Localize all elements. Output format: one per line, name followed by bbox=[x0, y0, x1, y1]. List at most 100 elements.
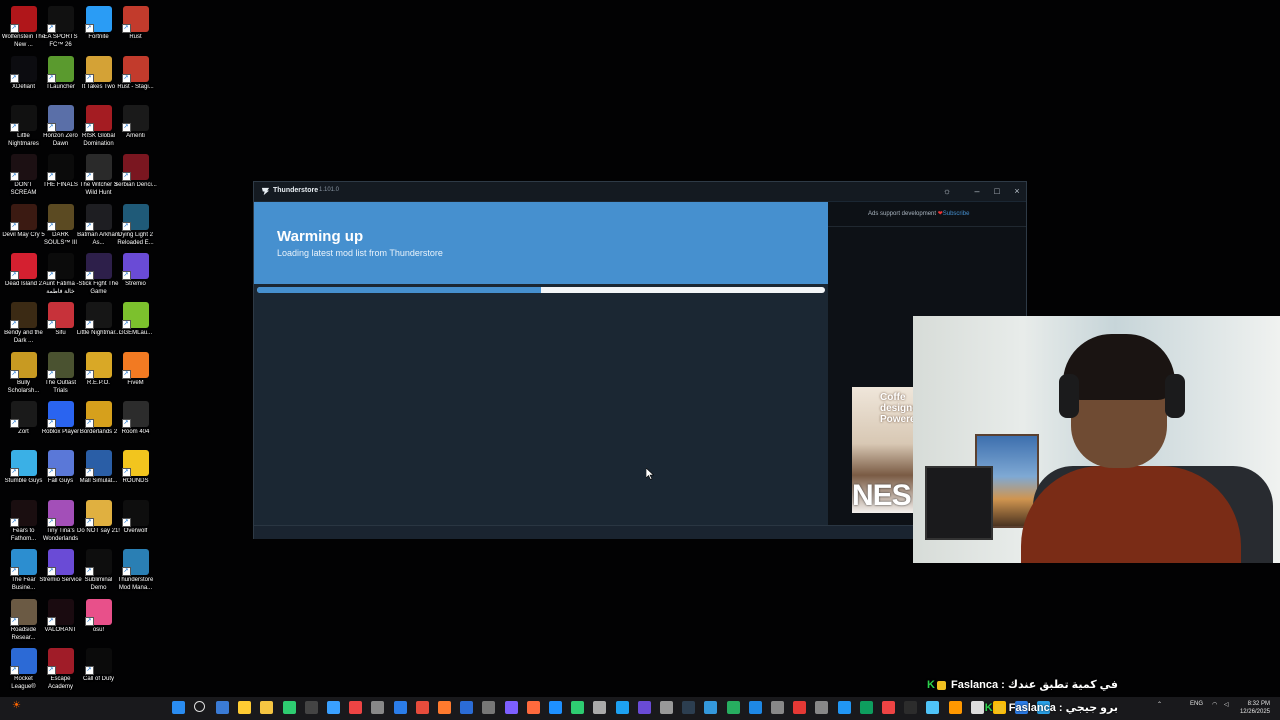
desktop-shortcut[interactable]: ↗ DARK SOULS™ III bbox=[42, 202, 79, 250]
desktop-shortcut[interactable]: ↗ Call of Duty bbox=[80, 646, 117, 694]
desktop-shortcut[interactable]: ↗ Escape Academy bbox=[42, 646, 79, 694]
desktop-shortcut[interactable]: ↗ Roadside Resear... bbox=[5, 597, 42, 645]
desktop-shortcut[interactable]: ↗ FiveM bbox=[117, 350, 154, 398]
desktop-shortcut[interactable]: ↗ XDefiant bbox=[5, 54, 42, 102]
desktop-shortcut[interactable]: ↗ EA SPORTS FC™ 26 bbox=[42, 4, 79, 52]
desktop-shortcut[interactable]: ↗ Horizon Zero Dawn bbox=[42, 103, 79, 151]
desktop-shortcut[interactable]: ↗ Fortnite bbox=[80, 4, 117, 52]
taskbar-app-icon[interactable] bbox=[415, 701, 429, 714]
desktop-shortcut[interactable]: ↗ TLauncher bbox=[42, 54, 79, 102]
taskbar-app-icon[interactable] bbox=[704, 701, 718, 714]
taskbar-app-icon[interactable] bbox=[904, 701, 918, 714]
desktop-shortcut[interactable]: ↗ Dead Island 2 bbox=[5, 251, 42, 299]
taskbar-app-icon[interactable] bbox=[637, 701, 651, 714]
taskbar-app-icon[interactable] bbox=[504, 701, 518, 714]
taskbar-app-icon[interactable] bbox=[304, 701, 318, 714]
taskbar-app-icon[interactable] bbox=[660, 701, 673, 714]
taskbar-app-icon[interactable] bbox=[948, 701, 962, 714]
desktop-shortcut[interactable]: ↗ The Fear Busine... bbox=[5, 547, 42, 595]
taskbar-app-icon[interactable] bbox=[349, 701, 363, 714]
desktop-shortcut[interactable]: ↗ Stumble Guys bbox=[5, 448, 42, 496]
taskbar-app-icon[interactable] bbox=[371, 701, 385, 714]
taskbar-app-icon[interactable] bbox=[438, 701, 451, 714]
desktop-shortcut[interactable]: ↗ Little Nightmares bbox=[5, 103, 42, 151]
taskbar-app-icon[interactable] bbox=[926, 701, 940, 714]
desktop-shortcut[interactable]: ↗ Overwolf bbox=[117, 498, 154, 546]
desktop-shortcut[interactable]: ↗ GGEMLau... bbox=[117, 300, 154, 348]
system-clock[interactable]: 8:32 PM 12/26/2025 bbox=[1240, 700, 1270, 716]
taskbar-app-icon[interactable] bbox=[526, 701, 540, 714]
start-icon[interactable] bbox=[172, 701, 185, 714]
desktop-shortcut[interactable]: ↗ R.E.P.O. bbox=[80, 350, 117, 398]
minimize-button[interactable]: – bbox=[970, 185, 984, 197]
desktop-shortcut[interactable]: ↗ Tiny Tina's Wonderlands bbox=[42, 498, 79, 546]
taskbar-app-icon[interactable] bbox=[837, 701, 851, 714]
desktop-shortcut[interactable]: ↗ Sifu bbox=[42, 300, 79, 348]
desktop-shortcut[interactable]: ↗ Stremio bbox=[117, 251, 154, 299]
subscribe-link[interactable]: Subscribe bbox=[943, 211, 970, 217]
close-button[interactable]: × bbox=[1010, 185, 1024, 197]
desktop-shortcut[interactable]: ↗ Mall Simulat... bbox=[80, 448, 117, 496]
desktop-shortcut[interactable]: ↗ Borderlands 2 bbox=[80, 399, 117, 447]
taskbar-app-icon[interactable] bbox=[859, 701, 873, 714]
settings-icon[interactable]: ☼ bbox=[940, 185, 954, 197]
taskbar-app-icon[interactable] bbox=[260, 701, 274, 714]
volume-icon[interactable]: ◁ bbox=[1224, 701, 1229, 708]
desktop-shortcut[interactable]: ↗ Thunderstore Mod Mana... bbox=[117, 547, 154, 595]
desktop-shortcut[interactable]: ↗ Bendy and the Dark ... bbox=[4, 300, 43, 348]
chevron-up-icon[interactable]: ⌃ bbox=[1157, 701, 1162, 708]
taskbar-app-icon[interactable] bbox=[682, 701, 696, 714]
desktop-shortcut[interactable]: ↗ Rocket League® bbox=[5, 646, 42, 694]
desktop-shortcut[interactable]: ↗ RISK Global Domination bbox=[80, 103, 117, 151]
desktop-shortcut[interactable]: ↗ osu! bbox=[80, 597, 117, 645]
taskbar-app-icon[interactable] bbox=[238, 701, 252, 714]
maximize-button[interactable]: □ bbox=[990, 185, 1004, 197]
desktop-shortcut[interactable]: ↗ Subliminal Demo bbox=[80, 547, 117, 595]
widget-icon[interactable]: ☀ bbox=[12, 700, 25, 713]
taskbar-app-icon[interactable] bbox=[216, 701, 229, 714]
taskbar-app-icon[interactable] bbox=[748, 701, 762, 714]
desktop-shortcut[interactable]: ↗ Devil May Cry 5 bbox=[2, 202, 45, 250]
desktop-shortcut[interactable]: ↗ Fall Guys bbox=[42, 448, 79, 496]
desktop-shortcut[interactable]: ↗ Do NOT say 21! bbox=[77, 498, 120, 546]
taskbar-app-icon[interactable] bbox=[970, 701, 984, 714]
desktop-shortcut[interactable]: ↗ Roblox Player bbox=[42, 399, 79, 447]
search-icon[interactable] bbox=[194, 701, 205, 712]
taskbar-app-icon[interactable] bbox=[549, 701, 562, 714]
desktop-shortcut[interactable]: ↗ Bully Scholarsh... bbox=[5, 350, 42, 398]
taskbar-app-icon[interactable] bbox=[793, 701, 807, 714]
desktop-shortcut[interactable]: ↗ Amenti bbox=[117, 103, 154, 151]
desktop-shortcut[interactable]: ↗ Rust - Stagi... bbox=[117, 54, 154, 102]
taskbar-app-icon[interactable] bbox=[726, 701, 740, 714]
taskbar-app-icon[interactable] bbox=[327, 701, 340, 714]
desktop-shortcut[interactable]: ↗ Rust bbox=[117, 4, 154, 52]
taskbar-app-icon[interactable] bbox=[482, 701, 496, 714]
desktop-shortcut[interactable]: ↗ Batman Arkham As... bbox=[77, 202, 120, 250]
desktop-shortcut[interactable]: ↗ Dying Light 2 Reloaded E... bbox=[117, 202, 154, 250]
desktop-shortcut[interactable]: ↗ The Witcher 3 Wild Hunt bbox=[80, 152, 117, 200]
taskbar-app-icon[interactable] bbox=[882, 701, 895, 714]
taskbar-app-icon[interactable] bbox=[571, 701, 585, 714]
desktop-shortcut[interactable]: ↗ Serbian Denci... bbox=[114, 152, 157, 200]
desktop-shortcut[interactable]: ↗ The Outlast Trials bbox=[42, 350, 79, 398]
desktop-shortcut[interactable]: ↗ Fears to Fathom... bbox=[5, 498, 42, 546]
desktop-shortcut[interactable]: ↗ THE FINALS bbox=[42, 152, 79, 200]
taskbar-app-icon[interactable] bbox=[615, 701, 629, 714]
desktop-shortcut[interactable]: ↗ Aunt Fatima - خالة فاطمة bbox=[42, 251, 79, 299]
desktop-shortcut[interactable]: ↗ Stick Fight The Game bbox=[79, 251, 118, 299]
desktop-shortcut[interactable]: ↗ Room 404 bbox=[117, 399, 154, 447]
desktop-shortcut[interactable]: ↗ VALORANT bbox=[42, 597, 79, 645]
language-indicator[interactable]: ENG bbox=[1190, 701, 1203, 707]
advertisement-banner[interactable]: Coffe designe Powered NES bbox=[852, 387, 914, 513]
title-bar[interactable]: Thunderstore 1.101.0 ☼ – □ × bbox=[254, 182, 1026, 201]
desktop-shortcut[interactable]: ↗ Little Nightmar... bbox=[77, 300, 120, 348]
taskbar-app-icon[interactable] bbox=[593, 701, 607, 714]
taskbar-app-icon[interactable] bbox=[771, 701, 784, 714]
desktop-shortcut[interactable]: ↗ DON'T SCREAM bbox=[5, 152, 42, 200]
taskbar-app-icon[interactable] bbox=[460, 701, 474, 714]
desktop-shortcut[interactable]: ↗ Stremio Service bbox=[39, 547, 82, 595]
desktop-shortcut[interactable]: ↗ Zort bbox=[5, 399, 42, 447]
taskbar-app-icon[interactable] bbox=[815, 701, 829, 714]
taskbar-app-icon[interactable] bbox=[393, 701, 407, 714]
desktop-shortcut[interactable]: ↗ ROUNDS bbox=[117, 448, 154, 496]
